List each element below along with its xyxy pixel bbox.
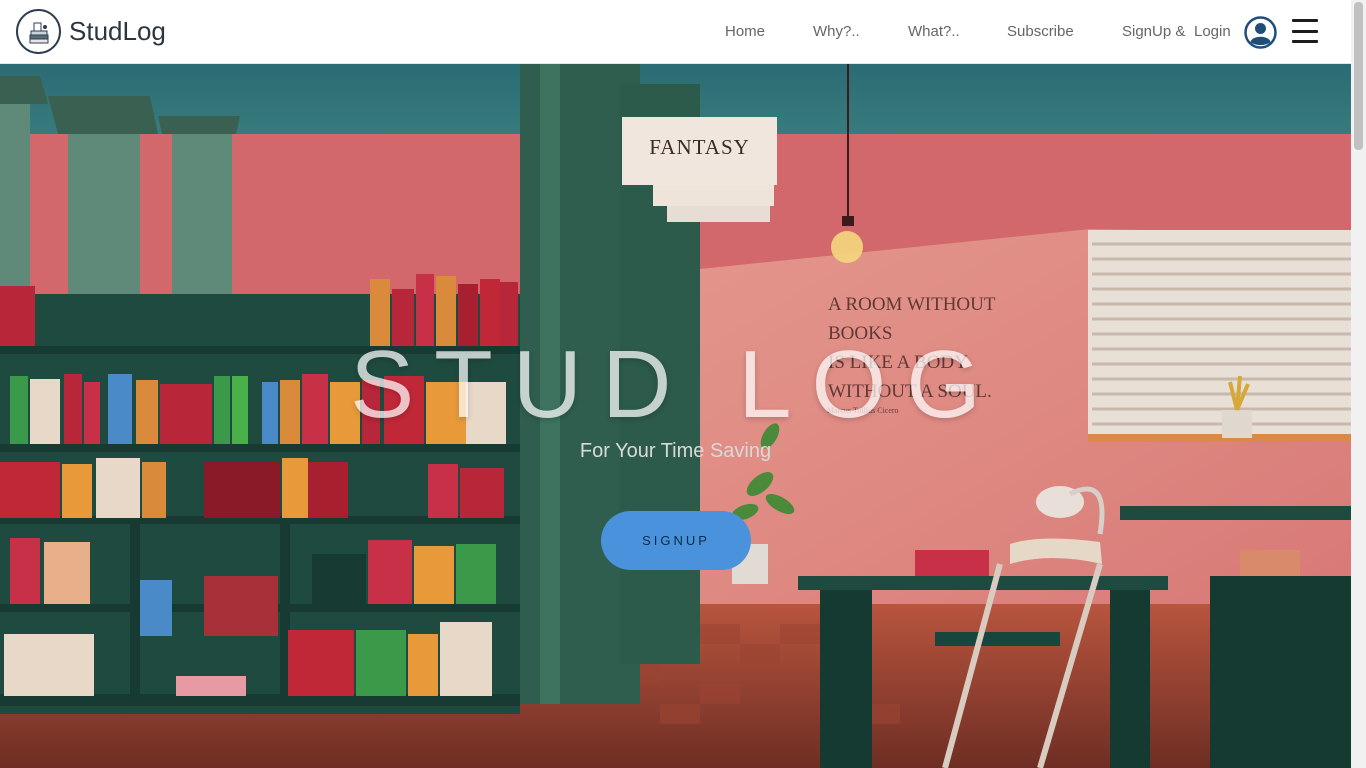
quote-line: A ROOM WITHOUT xyxy=(828,294,996,315)
brand[interactable]: StudLog xyxy=(16,9,166,54)
hamburger-menu-icon[interactable] xyxy=(1292,17,1318,45)
scrollbar-thumb[interactable] xyxy=(1354,2,1363,150)
signup-button[interactable]: SIGNUP xyxy=(601,511,751,570)
hero-section: FANTASY A ROOM WITHOUT BOOKS IS LIKE A B… xyxy=(0,64,1351,768)
nav-why-link[interactable]: Why?.. xyxy=(813,23,860,40)
top-navbar: StudLog Home Why?.. What?.. Subscribe Si… xyxy=(0,0,1351,64)
user-circle-icon[interactable] xyxy=(1244,16,1277,49)
hero-subtitle: For Your Time Saving xyxy=(579,440,772,462)
fantasy-sign: FANTASY xyxy=(649,135,750,159)
brand-name: StudLog xyxy=(69,16,166,46)
nav-what-link[interactable]: What?.. xyxy=(908,23,960,40)
nav-signup-link[interactable]: SignUp & xyxy=(1122,23,1185,40)
nav-home-link[interactable]: Home xyxy=(725,23,765,40)
nav-login-link[interactable]: Login xyxy=(1194,23,1231,40)
books-stack-icon xyxy=(16,9,61,54)
page-scrollbar[interactable] xyxy=(1351,0,1366,768)
hero-title: STUD LOG xyxy=(350,331,1001,438)
nav-subscribe-link[interactable]: Subscribe xyxy=(1007,23,1074,40)
